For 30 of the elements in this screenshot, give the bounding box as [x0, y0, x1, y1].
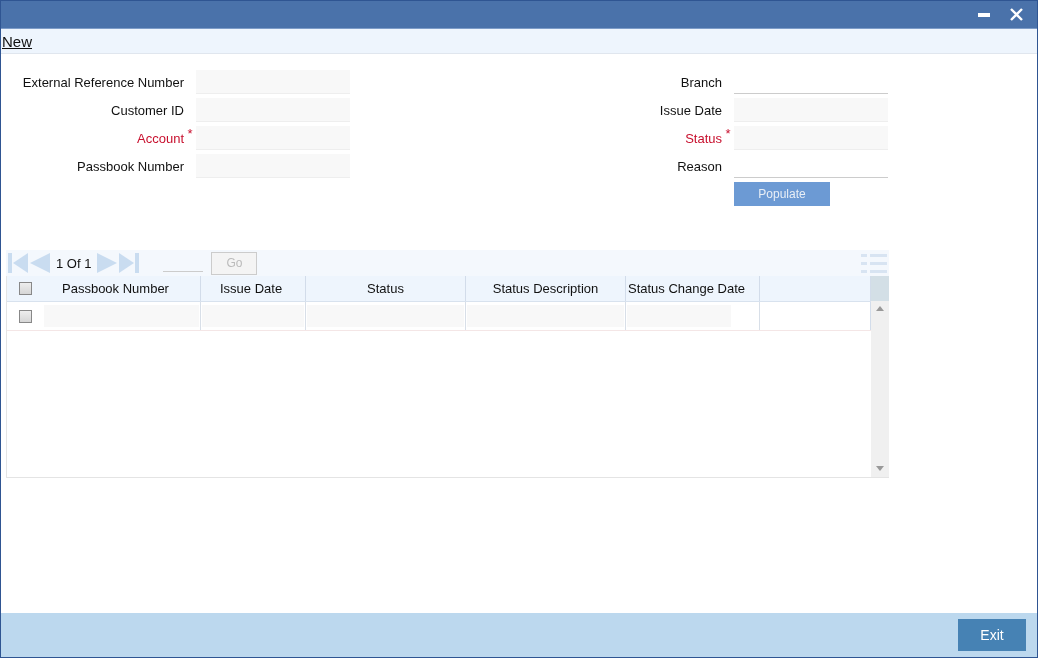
- field-label: Status: [684, 130, 722, 146]
- minimize-icon[interactable]: [978, 12, 990, 17]
- first-page-icon[interactable]: [8, 253, 28, 273]
- required-mark: *: [187, 126, 193, 141]
- row-checkbox[interactable]: [18, 309, 32, 323]
- column-header[interactable]: Status: [306, 276, 466, 301]
- field-label: Reason: [676, 158, 722, 174]
- scroll-down-icon[interactable]: [876, 466, 884, 471]
- field-label: Account: [136, 130, 184, 146]
- column-header[interactable]: Issue Date: [201, 276, 306, 301]
- scroll-up-icon[interactable]: [876, 306, 884, 311]
- scrollbar[interactable]: [871, 276, 889, 477]
- field-label: External Reference Number: [21, 74, 184, 90]
- exit-button[interactable]: Exit: [958, 619, 1026, 651]
- column-header[interactable]: Status Description: [466, 276, 626, 301]
- next-page-icon[interactable]: [97, 253, 118, 273]
- field-label: Passbook Number: [76, 158, 184, 174]
- last-page-icon[interactable]: [119, 253, 140, 273]
- required-mark: *: [725, 126, 731, 141]
- field-label: Issue Date: [658, 102, 722, 118]
- list-view-icon[interactable]: [861, 253, 887, 273]
- field-label: Branch: [679, 74, 722, 90]
- select-all-checkbox[interactable]: [18, 282, 32, 295]
- field-label: Customer ID: [110, 102, 184, 118]
- close-icon[interactable]: [1010, 8, 1023, 21]
- column-header[interactable]: Status Change Date: [626, 276, 760, 301]
- column-header[interactable]: Passbook Number: [43, 276, 201, 301]
- new-link[interactable]: New: [1, 32, 32, 50]
- previous-page-icon[interactable]: [30, 253, 50, 273]
- page-indicator: 1 Of 1: [56, 255, 92, 271]
